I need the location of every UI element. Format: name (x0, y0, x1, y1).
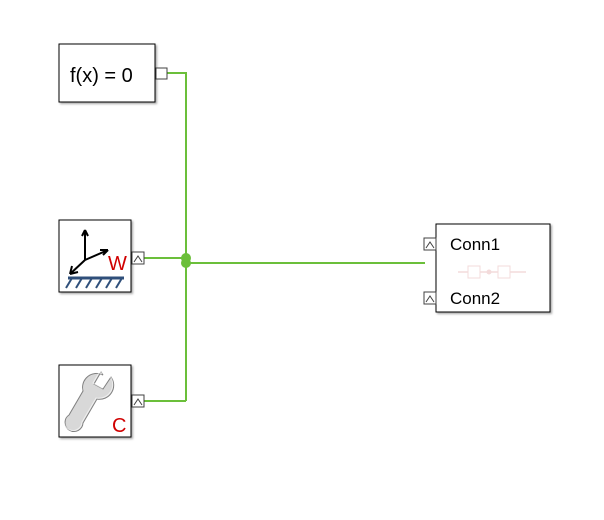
solver-configuration-block[interactable]: f(x) = 0 (59, 44, 167, 102)
world-frame-block[interactable]: W (59, 220, 144, 292)
conn-port2[interactable] (424, 292, 436, 304)
world-port[interactable] (132, 252, 144, 264)
mechanism-configuration-block[interactable]: C (59, 365, 144, 437)
conn-port1-label: Conn1 (450, 235, 500, 254)
conn-port1[interactable] (424, 238, 436, 250)
wires (143, 73, 425, 401)
solver-label: f(x) = 0 (70, 65, 133, 87)
mechanism-port-label: C (112, 415, 126, 437)
world-port-label: W (108, 253, 127, 275)
mechanism-port[interactable] (132, 395, 144, 407)
conn-port2-label: Conn2 (450, 289, 500, 308)
connection-subsystem-block[interactable]: Conn1 Conn2 (424, 224, 550, 312)
solver-port[interactable] (156, 68, 167, 79)
